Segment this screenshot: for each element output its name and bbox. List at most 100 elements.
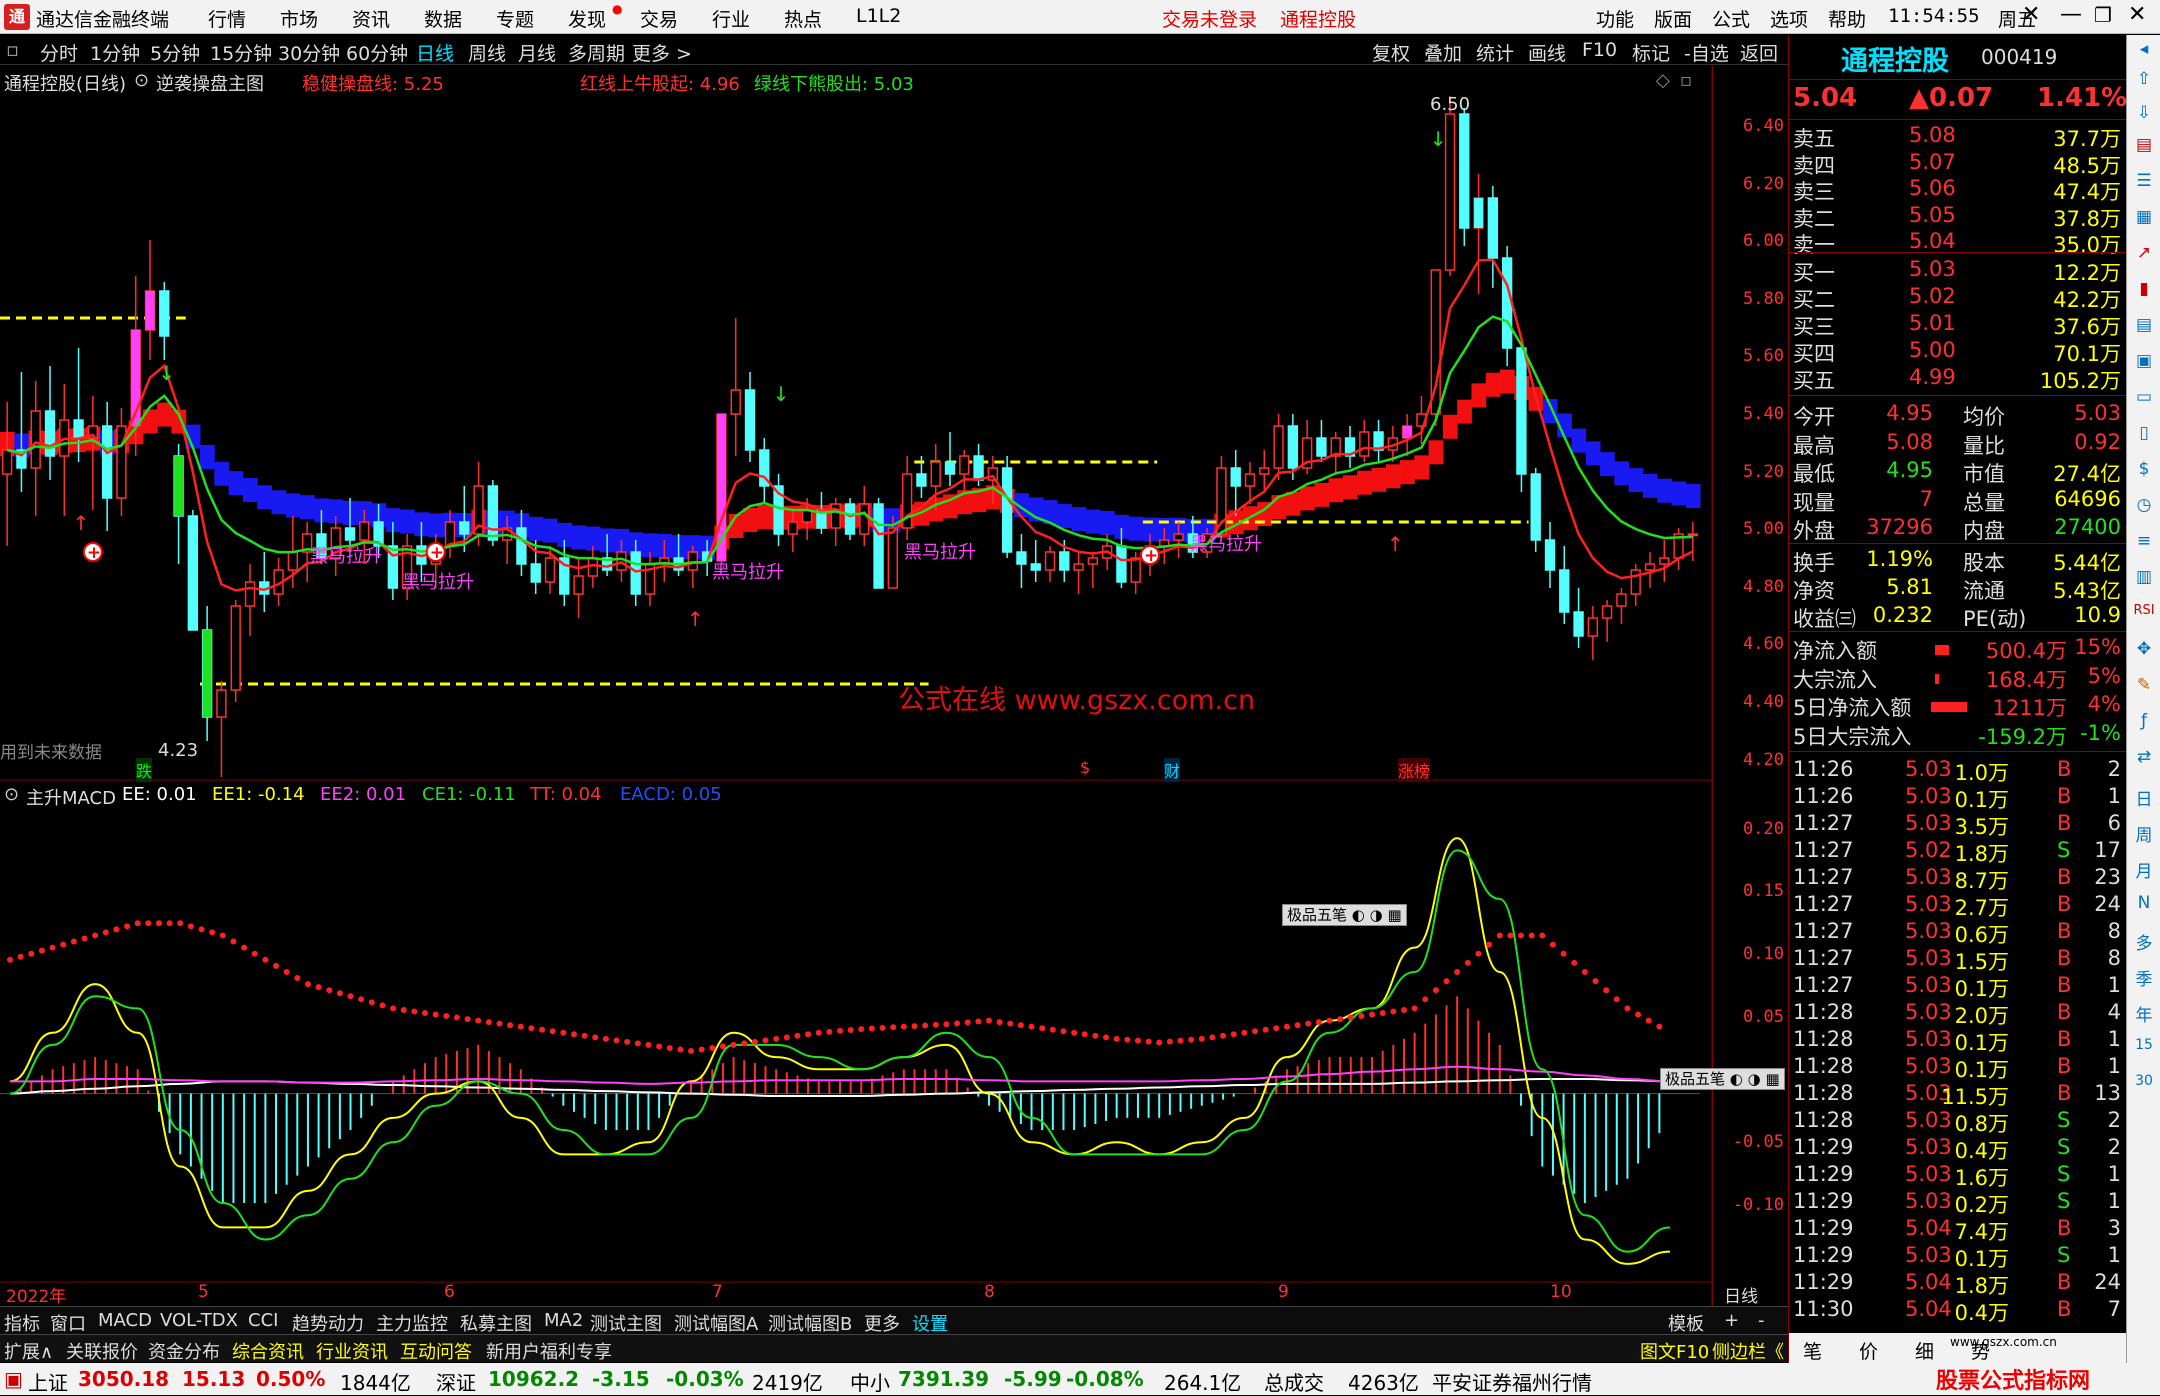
tab-cci[interactable]: CCI [248,1310,278,1331]
period-n[interactable]: N [2127,893,2160,913]
menu-hotspot[interactable]: 热点 [784,5,822,32]
menu-l1l2[interactable]: L1L2 [856,5,901,27]
collapse-panel-icon[interactable]: ▫ [1680,70,1692,91]
event-marker-dollar[interactable]: $ [1080,758,1090,777]
drawing-tool-pill[interactable]: 极品五笔 ◐ ◑ ▦ [1282,904,1407,926]
btn-graphic-f10[interactable]: 图文F10 [1640,1338,1709,1364]
btn-zoom-in[interactable]: + [1724,1310,1739,1331]
period-multi[interactable]: 多 [2127,929,2160,954]
tab-60min[interactable]: 60分钟 [346,39,408,66]
tab-more[interactable]: 更多 > [632,39,692,66]
pointer-icon[interactable]: ✥ [2127,639,2160,659]
diamond-icon[interactable]: ◇ [1656,70,1670,91]
layers-icon[interactable]: ▥ [2127,567,2160,587]
period-year[interactable]: 年 [2127,1001,2160,1026]
tab-30min[interactable]: 30分钟 [278,39,340,66]
collapse-arrow-icon[interactable]: ◂ [2127,39,2160,59]
tab-intraday[interactable]: 分时 [40,39,78,66]
tab-industry-news[interactable]: 行业资讯 [316,1338,388,1364]
tab-window[interactable]: 窗口 [50,1310,86,1336]
bars-icon[interactable]: ▮ [2127,279,2160,299]
tab-test-a[interactable]: 测试幅图A [674,1310,758,1336]
tab-multi-period[interactable]: 多周期 [568,39,625,66]
menu-trade[interactable]: 交易 [640,5,678,32]
menu-market[interactable]: 市场 [280,5,318,32]
tab-5min[interactable]: 5分钟 [150,39,200,66]
arrow-up-icon[interactable]: ⇧ [2127,69,2160,89]
chart-icon[interactable]: ▤ [2127,135,2160,155]
period-week[interactable]: 周 [2127,821,2160,846]
btn-overlay[interactable]: 叠加 [1424,39,1462,66]
menu-layout[interactable]: 版面 [1654,5,1692,32]
menu-info[interactable]: 资讯 [352,5,390,32]
tab-trend[interactable]: 趋势动力 [292,1310,364,1336]
grid-icon[interactable]: ▦ [2127,207,2160,227]
clock-icon[interactable]: ◷ [2127,495,2160,515]
sz-label[interactable]: 深证 [436,1367,476,1396]
btn-stats[interactable]: 统计 [1476,39,1514,66]
btn-adjust[interactable]: 复权 [1372,39,1410,66]
rsi-icon[interactable]: RSI [2127,603,2160,618]
menu-function[interactable]: 功能 [1596,5,1634,32]
collapse-icon[interactable]: ▫ [6,39,19,61]
tab-test-b[interactable]: 测试幅图B [768,1310,852,1336]
tab-more[interactable]: 更多 [864,1310,900,1336]
tab-new-user[interactable]: 新用户福利专享 [486,1338,612,1364]
tab-monthly[interactable]: 月线 [518,39,556,66]
btn-f10[interactable]: F10 [1582,39,1617,61]
tab-daily[interactable]: 日线 [416,39,454,66]
arrow-down-icon[interactable]: ⇩ [2127,103,2160,123]
tab-related-quotes[interactable]: 关联报价 [66,1338,138,1364]
tab-1min[interactable]: 1分钟 [90,39,140,66]
tab-detail[interactable]: 细 [1915,1337,1934,1364]
tab-qa[interactable]: 互动问答 [400,1338,472,1364]
function-icon[interactable]: ƒ [2127,711,2160,731]
period-season[interactable]: 季 [2127,965,2160,990]
s-icon[interactable]: $ [2127,459,2160,479]
tab-indicator[interactable]: 指标 [4,1310,40,1336]
period-day[interactable]: 日 [2127,785,2160,810]
minimize-icon[interactable]: — [2060,2,2082,27]
close-x-icon[interactable]: ✕ [2022,2,2040,27]
macd-name[interactable]: 主升MACD [26,784,116,810]
btn-back[interactable]: 返回 [1740,39,1778,66]
btn-zoom-out[interactable]: - [1758,1310,1765,1331]
btn-expand[interactable]: 扩展∧ [4,1338,53,1364]
period-month[interactable]: 月 [2127,857,2160,882]
tab-settings[interactable]: 设置 [912,1310,948,1336]
period-30[interactable]: 30 [2127,1073,2160,1089]
tab-15min[interactable]: 15分钟 [210,39,272,66]
event-marker-finance[interactable]: 财 [1164,758,1181,782]
menu-discover[interactable]: 发现 [568,5,606,32]
login-status[interactable]: 交易未登录 [1162,5,1257,32]
tab-fund-distribution[interactable]: 资金分布 [148,1338,220,1364]
menu-options[interactable]: 选项 [1770,5,1808,32]
restore-icon[interactable]: ❐ [2094,3,2112,27]
btn-draw[interactable]: 画线 [1528,39,1566,66]
trend-icon[interactable]: ↗ [2127,243,2160,263]
btn-template[interactable]: 模板 [1668,1310,1704,1336]
menu-formula[interactable]: 公式 [1712,5,1750,32]
btn-mark[interactable]: 标记 [1632,39,1670,66]
drawing-tool-pill[interactable]: 极品五笔 ◐ ◑ ▦ [1660,1068,1785,1090]
tab-weekly[interactable]: 周线 [468,39,506,66]
panel-icon[interactable]: ▭ [2127,387,2160,407]
menu-industry[interactable]: 行业 [712,5,750,32]
btn-sidebar[interactable]: 侧边栏《 [1712,1338,1784,1364]
tab-monitor[interactable]: 主力监控 [376,1310,448,1336]
tab-private[interactable]: 私募主图 [460,1310,532,1336]
swap-icon[interactable]: ⇄ [2127,747,2160,767]
period-15[interactable]: 15 [2127,1037,2160,1053]
menu-topics[interactable]: 专题 [496,5,534,32]
tab-macd[interactable]: MACD [98,1310,152,1331]
event-marker-top-list[interactable]: 涨榜 [1398,758,1431,782]
tab-ma2[interactable]: MA2 [544,1310,583,1331]
template-name[interactable]: 逆袭操盘主图 [156,70,264,96]
tab-price[interactable]: 价 [1859,1337,1878,1364]
tab-news[interactable]: 综合资讯 [232,1338,304,1364]
tab-ticks[interactable]: 笔 [1803,1337,1822,1364]
pen-icon[interactable]: ✎ [2127,675,2160,695]
chart-canvas[interactable]: ↑ ↑ ↑ ↓ ↓ ↓ + + + [0,66,1712,1306]
list-icon[interactable]: ☰ [2127,171,2160,191]
tab-vol-tdx[interactable]: VOL-TDX [160,1310,238,1331]
